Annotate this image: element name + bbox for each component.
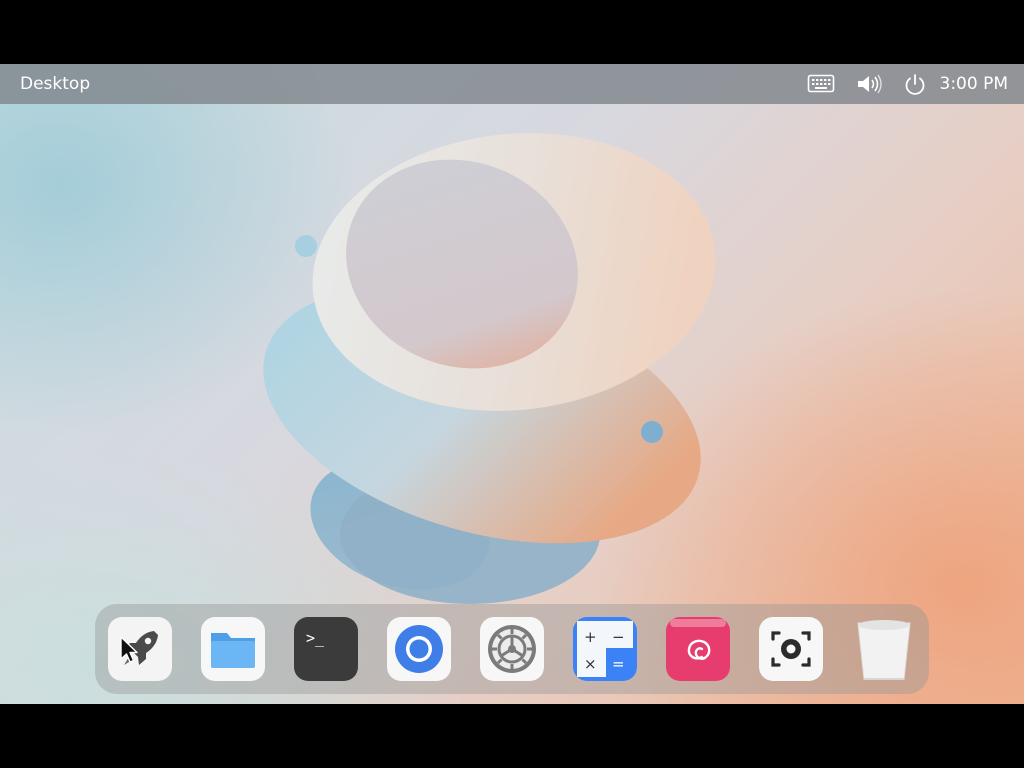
folder-icon <box>211 633 255 668</box>
dock-item-trash[interactable] <box>852 617 916 681</box>
clock[interactable]: 3:00 PM <box>940 64 1009 104</box>
dock-item-calculator[interactable]: + − × = <box>573 617 637 681</box>
trash-icon <box>857 620 911 680</box>
active-window-title: Desktop <box>20 74 91 94</box>
svg-text:=: = <box>612 655 625 673</box>
dock-item-debian[interactable] <box>666 617 730 681</box>
volume-icon[interactable] <box>855 73 885 99</box>
top-panel: Desktop 3:00 PM <box>0 64 1024 104</box>
dock: >_ + − × = <box>95 604 929 694</box>
svg-text:+: + <box>584 628 597 646</box>
mouse-cursor-icon <box>120 636 138 663</box>
terminal-icon: >_ <box>306 629 325 647</box>
dock-item-terminal[interactable]: >_ <box>294 617 358 681</box>
power-icon[interactable] <box>903 73 927 101</box>
screenshot-icon <box>771 631 811 667</box>
terminal-prompt: >_ <box>306 629 325 647</box>
dock-item-files[interactable] <box>201 617 265 681</box>
dock-item-screenshot[interactable] <box>759 617 823 681</box>
keyboard-icon[interactable] <box>807 73 835 99</box>
svg-text:×: × <box>584 655 597 673</box>
svg-text:−: − <box>612 628 625 646</box>
dock-item-browser[interactable] <box>387 617 451 681</box>
dock-item-settings[interactable] <box>480 617 544 681</box>
calculator-icon: + − × = <box>577 621 633 677</box>
debian-swirl-icon <box>670 619 726 660</box>
gear-icon <box>488 625 536 673</box>
desktop-screen: Desktop 3:00 PM >_ + − × = <box>0 64 1024 704</box>
chromium-icon <box>395 625 443 673</box>
